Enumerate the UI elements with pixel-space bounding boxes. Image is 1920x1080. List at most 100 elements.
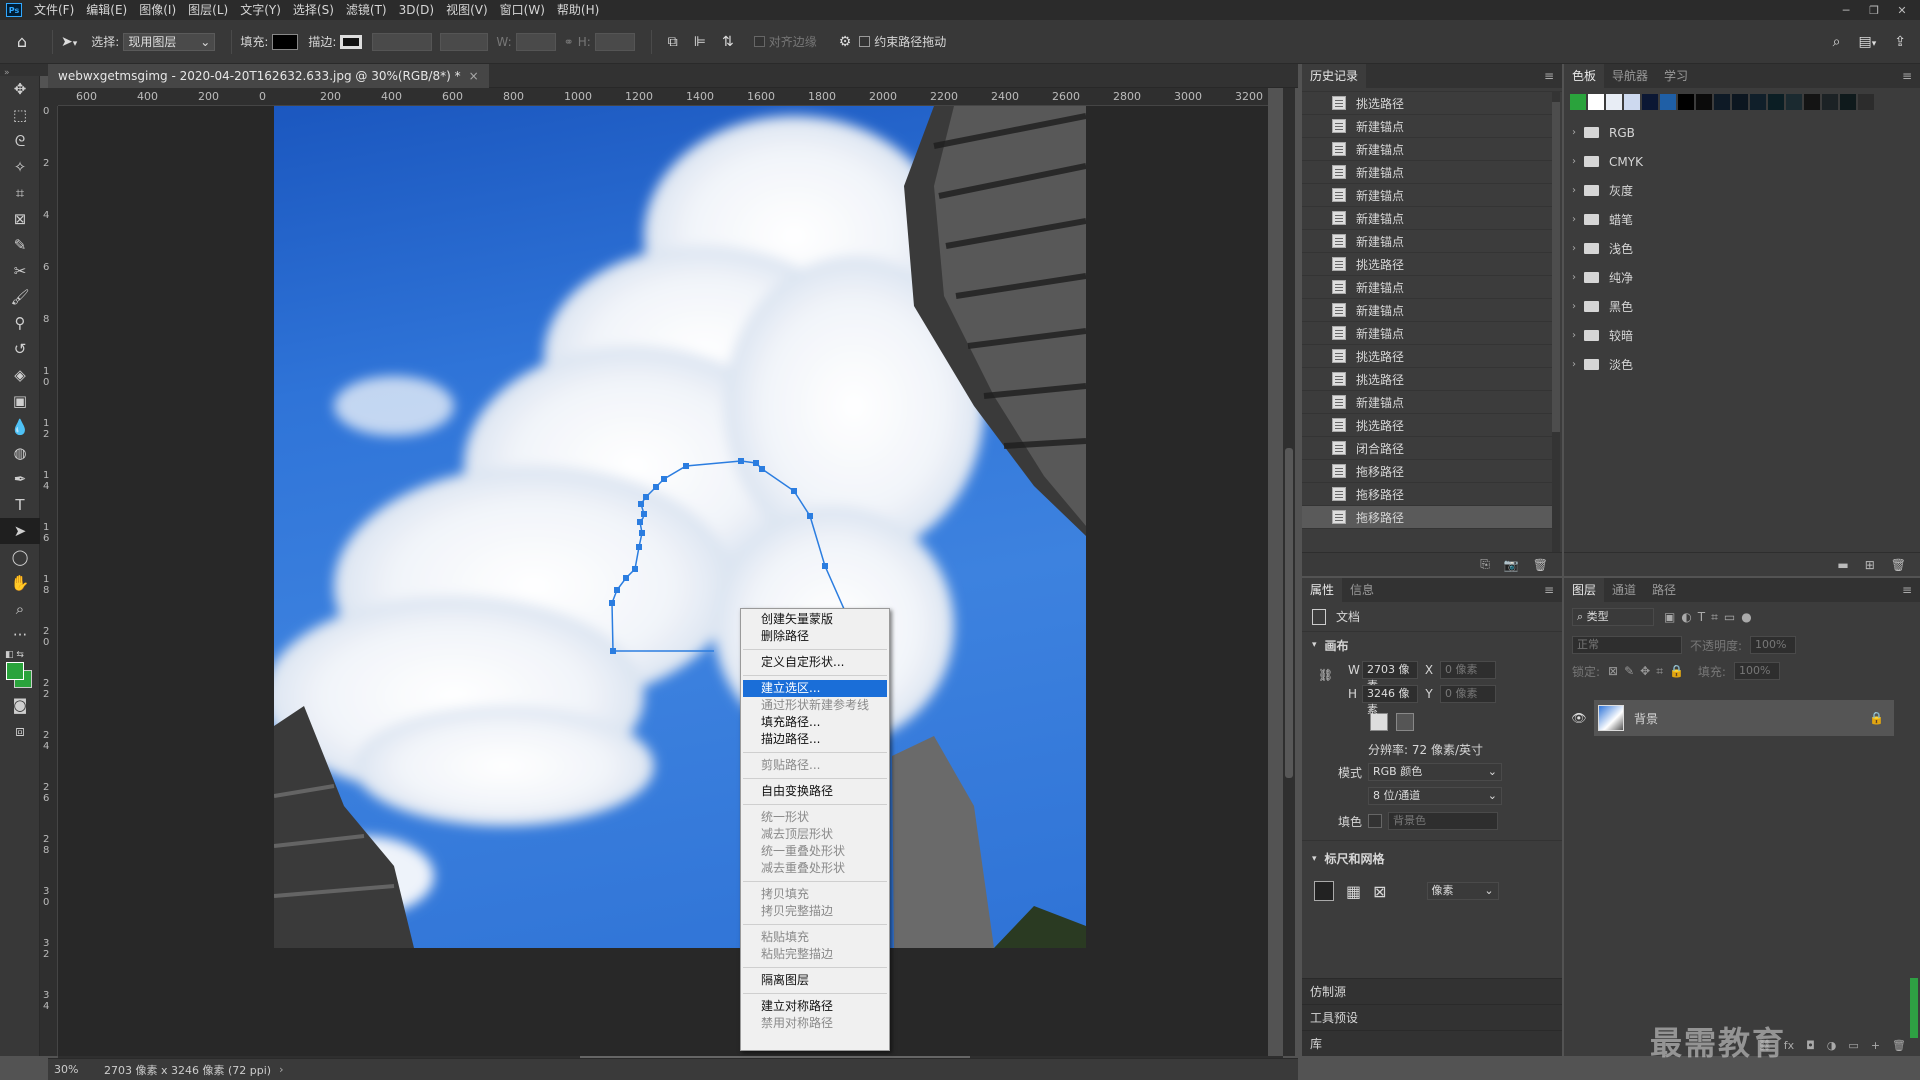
workspace-icon[interactable]: ▤▾ xyxy=(1859,34,1877,50)
color-swatch[interactable] xyxy=(1678,94,1694,110)
menu-item-5[interactable]: 选择(S) xyxy=(287,0,340,20)
layer-action-icon[interactable]: 🗑 xyxy=(1892,1039,1906,1052)
folder-icon[interactable]: ▬ xyxy=(1837,558,1848,572)
history-state[interactable]: 拖移路径 xyxy=(1302,483,1552,506)
anchor-point[interactable] xyxy=(638,501,644,507)
snapshot-source-checkbox[interactable] xyxy=(1308,211,1324,225)
layer-filter-dropdown[interactable]: ⌕ 类型 xyxy=(1572,608,1654,626)
color-swatch[interactable] xyxy=(1840,94,1856,110)
swatch-group-row[interactable]: › RGB xyxy=(1564,118,1920,147)
anchor-point[interactable] xyxy=(609,600,615,606)
status-menu-arrow[interactable]: › xyxy=(271,1063,283,1076)
color-swatch[interactable] xyxy=(1732,94,1748,110)
history-scrollbar[interactable] xyxy=(1552,92,1560,552)
anchor-point[interactable] xyxy=(661,476,667,482)
crop-tool-icon[interactable]: ⌗ xyxy=(0,180,40,206)
brush-tool-icon[interactable]: 🖌 xyxy=(0,284,40,310)
restore-button[interactable]: ❐ xyxy=(1860,0,1888,20)
tab-history[interactable]: 历史记录 xyxy=(1302,64,1367,88)
menu-item-9[interactable]: 窗口(W) xyxy=(494,0,551,20)
anchor-point[interactable] xyxy=(637,519,643,525)
history-state[interactable]: 挑选路径 xyxy=(1302,368,1552,391)
grid-icon[interactable]: ▦ xyxy=(1346,882,1361,901)
color-swatch[interactable] xyxy=(1822,94,1838,110)
history-state[interactable]: 拖移路径 xyxy=(1302,460,1552,483)
canvas-width-field[interactable]: 2703 像素 xyxy=(1362,661,1418,692)
menu-item-8[interactable]: 视图(V) xyxy=(440,0,494,20)
color-swatch[interactable] xyxy=(1786,94,1802,110)
fill-dropdown[interactable]: 背景色 xyxy=(1388,812,1498,830)
panel-menu-icon[interactable]: ≡ xyxy=(1544,69,1554,83)
menu-item-0[interactable]: 文件(F) xyxy=(28,0,80,20)
panel-menu-icon[interactable]: ≡ xyxy=(1544,583,1554,597)
anchor-point[interactable] xyxy=(753,460,759,466)
eyedropper-tool-icon[interactable]: ✎ xyxy=(0,232,40,258)
history-state[interactable]: 新建锚点 xyxy=(1302,207,1552,230)
panel-menu-icon[interactable]: ≡ xyxy=(1902,583,1912,597)
tab-swatches-1[interactable]: 导航器 xyxy=(1604,64,1656,88)
gear-icon[interactable]: ⚙ xyxy=(839,34,852,50)
layer-action-icon[interactable]: ◘ xyxy=(1806,1039,1815,1052)
color-swatch[interactable] xyxy=(1858,94,1874,110)
history-state[interactable]: 拖移路径 xyxy=(1302,506,1552,529)
swatch-group-row[interactable]: › 灰度 xyxy=(1564,176,1920,205)
close-window-button[interactable]: ✕ xyxy=(1888,0,1916,20)
swatch-group-row[interactable]: › 纯净 xyxy=(1564,263,1920,292)
history-state[interactable]: 新建锚点 xyxy=(1302,299,1552,322)
frame-tool-icon[interactable]: ⊠ xyxy=(0,206,40,232)
share-icon[interactable]: ⇪ xyxy=(1894,34,1906,50)
document-image[interactable] xyxy=(274,106,1086,948)
menu-item-10[interactable]: 帮助(H) xyxy=(551,0,605,20)
history-state[interactable]: 新建锚点 xyxy=(1302,230,1552,253)
snapshot-source-checkbox[interactable] xyxy=(1308,510,1324,524)
swatch-group-row[interactable]: › 浅色 xyxy=(1564,234,1920,263)
opacity-field[interactable]: 100% xyxy=(1750,636,1797,654)
menu-item-7[interactable]: 3D(D) xyxy=(393,0,440,20)
menu-item-1[interactable]: 编辑(E) xyxy=(80,0,133,20)
snapshot-source-checkbox[interactable] xyxy=(1308,165,1324,179)
context-menu-item[interactable]: 删除路径 xyxy=(741,628,889,645)
zoom-level[interactable]: 30% xyxy=(48,1063,100,1076)
screen-mode-icon[interactable]: ⧈ xyxy=(0,718,40,744)
tab-layers-0[interactable]: 图层 xyxy=(1564,578,1605,602)
history-state[interactable]: 新建锚点 xyxy=(1302,184,1552,207)
default-colors-icon[interactable]: ◧ ⇆ xyxy=(5,650,24,660)
history-state[interactable]: 新建锚点 xyxy=(1302,276,1552,299)
snapshot-source-checkbox[interactable] xyxy=(1308,234,1324,248)
tab-layers-2[interactable]: 路径 xyxy=(1644,578,1684,602)
type-tool-icon[interactable]: T xyxy=(0,492,40,518)
foreground-color-swatch[interactable] xyxy=(6,662,24,680)
context-menu-item[interactable]: 建立选区... xyxy=(743,680,887,697)
snapshot-source-checkbox[interactable] xyxy=(1308,280,1324,294)
context-menu-item[interactable]: 定义自定形状... xyxy=(741,654,889,671)
tab-layers-1[interactable]: 通道 xyxy=(1604,578,1644,602)
tool-presets-panel[interactable]: 工具预设 xyxy=(1302,1004,1562,1030)
panel-menu-icon[interactable]: ≡ xyxy=(1902,69,1912,83)
tab-swatches-0[interactable]: 色板 xyxy=(1564,64,1605,88)
color-swatch[interactable] xyxy=(1642,94,1658,110)
path-selection-tool-icon[interactable]: ➤ xyxy=(0,518,40,544)
more-tools-icon[interactable]: ··· xyxy=(0,622,40,648)
stamp-tool-icon[interactable]: ⚲ xyxy=(0,310,40,336)
minimize-button[interactable]: ─ xyxy=(1832,0,1860,20)
snapshot-source-checkbox[interactable] xyxy=(1308,257,1324,271)
canvas-height-field[interactable]: 3246 像素 xyxy=(1362,685,1418,716)
swatch-group-row[interactable]: › 较暗 xyxy=(1564,321,1920,350)
snapshot-source-checkbox[interactable] xyxy=(1308,188,1324,202)
guides-icon[interactable]: ⊠ xyxy=(1373,882,1386,901)
height-field[interactable] xyxy=(594,32,635,51)
layer-row-background[interactable]: 背景 🔒 xyxy=(1594,700,1894,736)
tab-swatches-2[interactable]: 学习 xyxy=(1656,64,1696,88)
marquee-tool-icon[interactable]: ⬚ xyxy=(0,102,40,128)
blur-tool-icon[interactable]: 💧 xyxy=(0,414,40,440)
snapshot-source-checkbox[interactable] xyxy=(1308,487,1324,501)
history-state[interactable]: 挑选路径 xyxy=(1302,414,1552,437)
path-alignment-icon[interactable]: ⊫ xyxy=(694,34,706,50)
horizontal-ruler[interactable]: 600 400 200 0 200 400 600 800 1000 1200 1400 1600 18… xyxy=(58,88,1268,106)
lasso-tool-icon[interactable]: ᘓ xyxy=(0,128,40,154)
anchor-point[interactable] xyxy=(641,511,647,517)
quick-mask-icon[interactable]: ◙ xyxy=(0,692,40,718)
ruler-icon[interactable] xyxy=(1314,881,1334,901)
path-arrangement-icon[interactable]: ⇅ xyxy=(722,34,734,50)
ellipse-tool-icon[interactable]: ◯ xyxy=(0,544,40,570)
